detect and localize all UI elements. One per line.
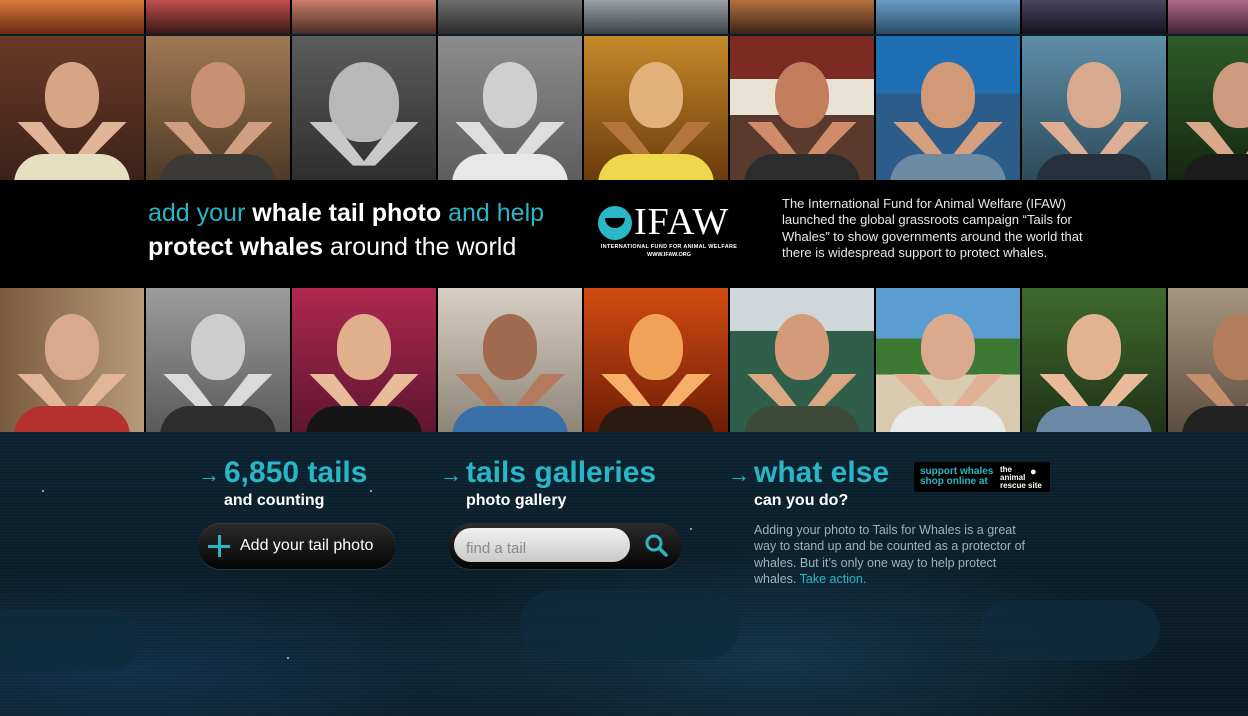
headline-emphasis: protect whales [148,233,324,261]
tail-photo[interactable] [730,288,874,432]
add-tail-photo-label: Add your tail photo [240,537,374,554]
tail-photo[interactable] [876,0,1020,34]
tail-photo[interactable] [584,0,728,34]
headline-text: add your [148,199,253,227]
tail-photo[interactable] [0,0,144,34]
tail-photo[interactable] [0,36,144,180]
photo-gallery-subtitle: photo gallery [466,492,567,509]
tail-photo[interactable] [876,288,1020,432]
star-decoration [370,490,372,492]
headline-emphasis: whale tail photo [252,199,442,227]
tails-galleries-link[interactable]: tails galleries [466,456,656,490]
tails-count-subtitle: and counting [224,492,325,509]
arrow-right-icon: → [728,462,750,487]
tail-photo[interactable] [584,288,728,432]
logo-line: rescue site [1000,481,1042,490]
search-icon[interactable] [644,533,668,557]
ifaw-logo[interactable]: IFAW INTERNATIONAL FUND FOR ANIMAL WELFA… [598,201,740,262]
paw-icon: ● [1030,466,1037,478]
plus-icon [208,535,230,557]
photo-strip-top [0,36,1248,180]
star-decoration [690,528,692,530]
logo-url: WWW.IFAW.ORG [647,252,691,258]
tail-photo[interactable] [1168,288,1248,432]
tail-photo[interactable] [146,288,290,432]
arrow-right-icon: → [440,462,462,487]
take-action-link[interactable]: Take action. [800,572,867,586]
animal-rescue-site-promo[interactable]: support whales shop online at the animal… [914,462,1050,492]
tail-photo[interactable] [438,0,582,34]
tail-photo[interactable] [730,36,874,180]
tails-count: 6,850 tails [224,456,368,489]
page-headline: add your whale tail photo and help prote… [148,196,588,264]
headline-text: around the world [323,233,517,261]
promo-line: shop online at [920,476,988,487]
tail-photo[interactable] [0,288,144,432]
what-else-body: Adding your photo to Tails for Whales is… [754,522,1026,587]
tail-photo[interactable] [584,36,728,180]
whale-logo-icon [598,206,632,240]
tail-photo[interactable] [292,36,436,180]
what-else-body-text: Adding your photo to Tails for Whales is… [754,523,1026,586]
tail-photo[interactable] [146,0,290,34]
tail-photo[interactable] [876,36,1020,180]
promo-text: support whales shop online at [920,467,993,487]
tail-photo[interactable] [1022,288,1166,432]
tail-photo[interactable] [438,36,582,180]
gallery-search [448,523,682,569]
what-else-subtitle: can you do? [754,492,849,509]
tail-photo[interactable] [1022,36,1166,180]
what-else-title: what else [754,456,890,489]
add-tail-photo-button[interactable]: Add your tail photo [198,523,396,569]
logo-wordmark: IFAW [634,201,730,243]
cloud-decoration [0,610,140,670]
tail-photo[interactable] [292,0,436,34]
photo-strip-bottom [0,288,1248,432]
tail-photo[interactable] [438,288,582,432]
search-input[interactable] [454,528,630,562]
tail-photo[interactable] [146,36,290,180]
tail-photo[interactable] [1168,0,1248,34]
intro-text: The International Fund for Animal Welfar… [782,196,1083,260]
star-decoration [42,490,44,492]
cloud-decoration [520,590,740,660]
headline-text: and help [441,199,545,227]
arrow-right-icon: → [198,462,220,487]
tail-photo[interactable] [1168,36,1248,180]
logo-subtitle: INTERNATIONAL FUND FOR ANIMAL WELFARE [600,244,738,250]
tail-photo[interactable] [292,288,436,432]
tail-photo[interactable] [730,0,874,34]
photo-strip-top-cropped [0,0,1248,34]
tail-photo[interactable] [1022,0,1166,34]
cloud-decoration [980,600,1160,660]
star-decoration [287,657,289,659]
